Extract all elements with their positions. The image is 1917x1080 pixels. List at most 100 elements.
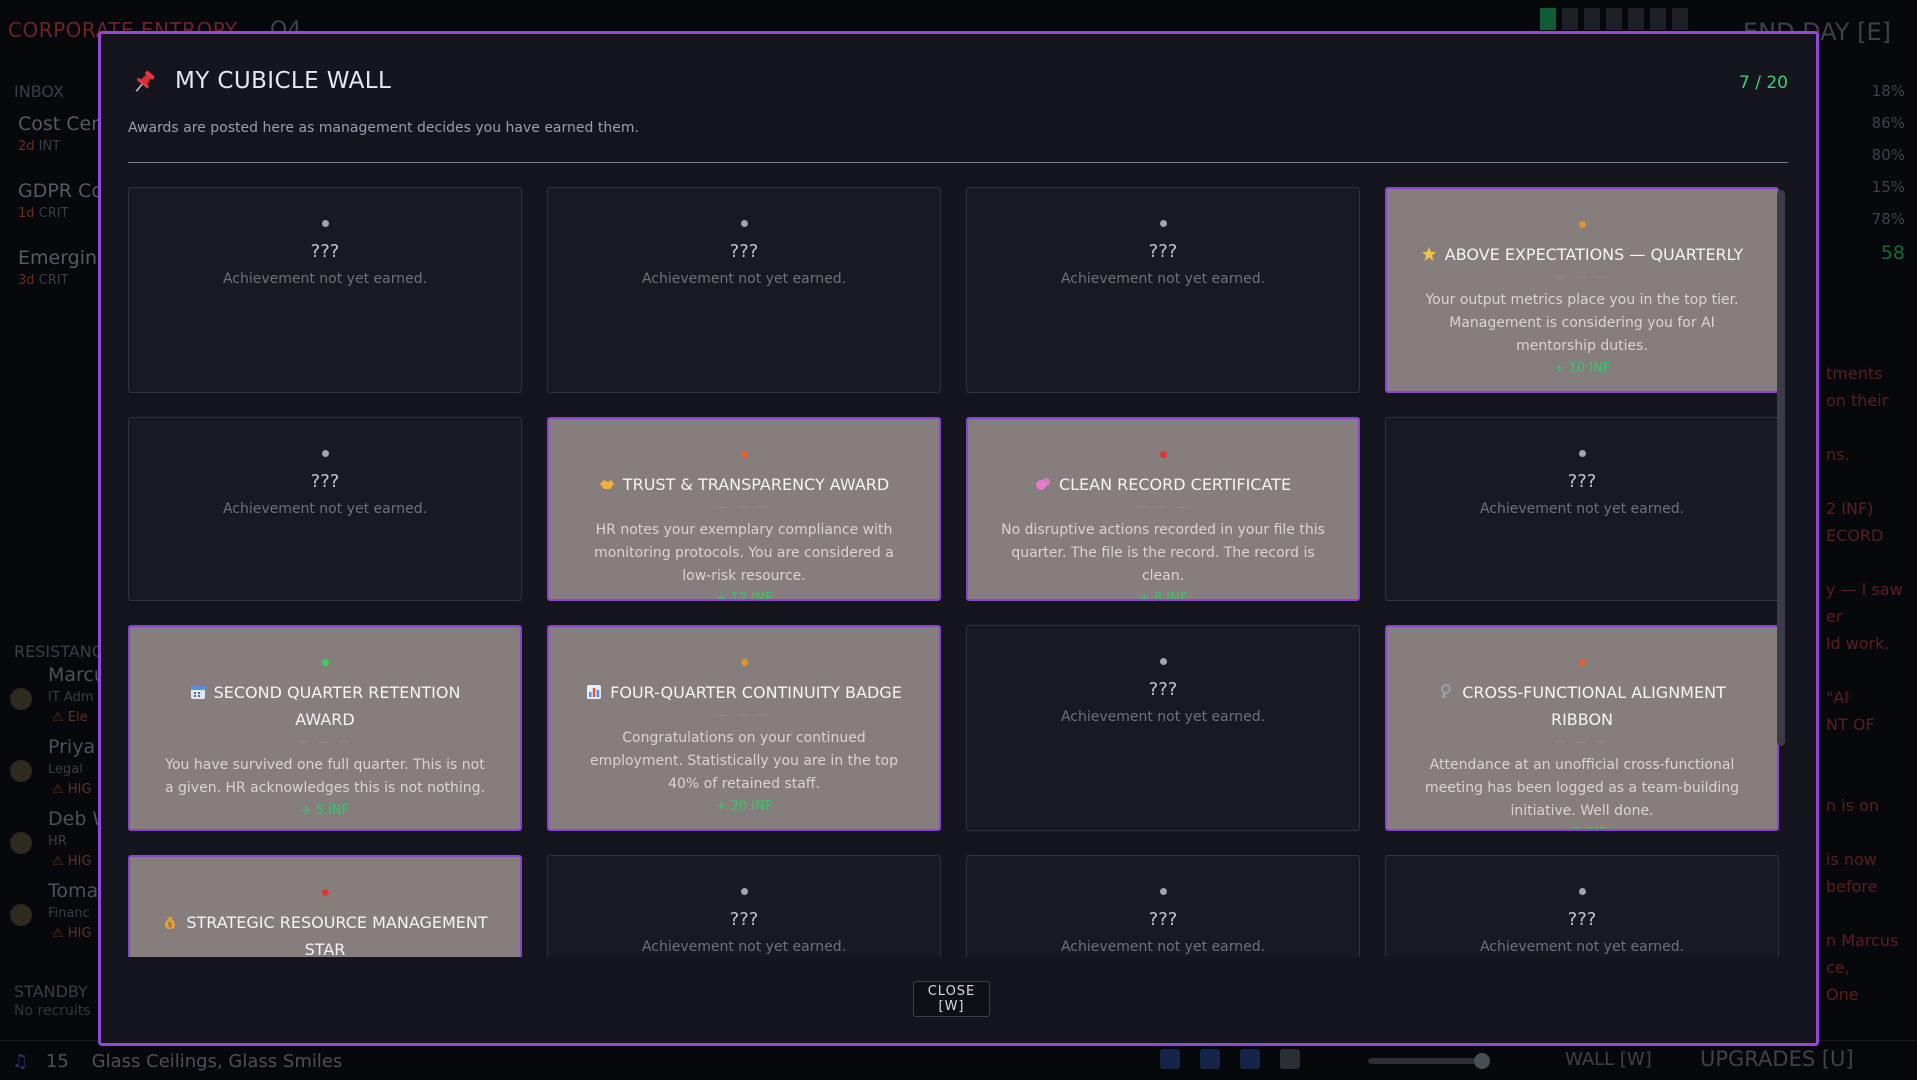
separator: — — — <box>1554 735 1610 748</box>
player-controls <box>1160 1049 1300 1069</box>
status-dot <box>740 220 748 227</box>
event-log: tments on their ns. 2 INF) ECORD y — I saw… <box>1826 360 1917 1008</box>
stat-value: 80% <box>1871 146 1905 164</box>
track-number: 15 <box>45 1051 69 1072</box>
money-bag-icon: $ <box>165 917 176 929</box>
inbox-item[interactable]: Cost Cen 2d INT <box>18 113 103 154</box>
achievement-name: CROSS-FUNCTIONAL ALIGNMENT RIBBON <box>1462 683 1726 729</box>
stat-value: 78% <box>1871 210 1905 228</box>
achievement-card-locked[interactable]: ??? Achievement not yet earned. <box>1385 417 1779 601</box>
log-line: on their <box>1826 391 1889 410</box>
achievement-card-earned[interactable]: ABOVE EXPECTATIONS — QUARTERLY — — — Your … <box>1385 187 1779 393</box>
wall-button[interactable]: WALL [W] <box>1565 1049 1652 1070</box>
separator: — — — <box>1554 270 1610 283</box>
achievement-description: HR notes your exemplary compliance with … <box>594 522 894 584</box>
calendar-icon <box>190 686 205 699</box>
locked-text: Achievement not yet earned. <box>641 271 847 287</box>
next-icon[interactable] <box>1240 1049 1260 1069</box>
achievement-card-earned[interactable]: TRUST & TRANSPARENCY AWARD — — — HR notes … <box>547 417 941 601</box>
locked-title: ??? <box>1567 471 1597 492</box>
status-dot <box>1159 451 1167 458</box>
achievement-card-locked[interactable]: ??? Achievement not yet earned. <box>547 855 941 957</box>
stats-panel: 18% 86% 80% 15% 78% 58 <box>1820 82 1917 264</box>
pushpin-icon <box>135 70 155 92</box>
achievement-card-earned[interactable]: FOUR-QUARTER CONTINUITY BADGE — — — Congra… <box>547 625 941 831</box>
achievement-name: SECOND QUARTER RETENTION AWARD <box>213 683 461 729</box>
log-line: ns. <box>1826 445 1850 464</box>
achievement-card-locked[interactable]: ??? Achievement not yet earned. <box>1385 855 1779 957</box>
star-icon <box>1421 247 1436 261</box>
volume-slider[interactable] <box>1368 1053 1490 1069</box>
achievement-card-locked[interactable]: ??? Achievement not yet earned. <box>966 855 1360 957</box>
influence-bonus: + 10 INF <box>1553 361 1611 376</box>
soap-icon <box>1035 478 1050 490</box>
status-dot <box>1578 659 1586 666</box>
stat-value: 15% <box>1871 178 1905 196</box>
achievement-card-earned[interactable]: CLEAN RECORD CERTIFICATE — — — No disrupti… <box>966 417 1360 601</box>
upgrades-button[interactable]: UPGRADES [U] <box>1700 1047 1854 1071</box>
log-line: ECORD <box>1826 526 1884 545</box>
resistance-list: Marcu IT Adm ⚠ Ele Priya Legal ⚠ HIG Deb… <box>0 660 111 948</box>
achievement-name: STRATEGIC RESOURCE MANAGEMENT STAR <box>186 913 488 957</box>
log-line: is now <box>1826 850 1877 869</box>
resistance-label: RESISTANC <box>14 642 103 661</box>
achievement-card-earned[interactable]: CROSS-FUNCTIONAL ALIGNMENT RIBBON — — — At… <box>1385 625 1779 831</box>
status-dot <box>1159 658 1167 665</box>
separator: — — — <box>1135 500 1191 513</box>
status-dot <box>321 450 329 457</box>
locked-title: ??? <box>1148 909 1178 930</box>
log-line: n Marcus <box>1826 931 1899 950</box>
avatar <box>10 904 32 926</box>
status-dot <box>321 889 329 896</box>
music-bar: ♫ 15 Glass Ceilings, Glass Smiles WALL [… <box>0 1040 1917 1080</box>
separator: — — — <box>716 708 772 721</box>
locked-text: Achievement not yet earned. <box>222 501 428 517</box>
standby-text: No recruits <box>14 1003 91 1019</box>
status-dot <box>1578 888 1586 895</box>
achievement-card-locked[interactable]: ??? Achievement not yet earned. <box>128 187 522 393</box>
locked-text: Achievement not yet earned. <box>1060 709 1266 725</box>
svg-text:$: $ <box>168 921 172 929</box>
influence-bonus: + 8 INF <box>1387 826 1777 829</box>
status-dot <box>740 888 748 895</box>
person-card[interactable]: Marcu IT Adm ⚠ Ele <box>0 660 106 732</box>
person-card[interactable]: Priya Legal ⚠ HIG <box>0 732 100 804</box>
person-card[interactable]: Deb W HR ⚠ HIG <box>0 804 111 876</box>
log-line: 2 INF) <box>1826 499 1874 518</box>
inbox-item[interactable]: Emerging 3d CRIT <box>18 247 109 288</box>
locked-title: ??? <box>1148 241 1178 262</box>
achievement-card-locked[interactable]: ??? Achievement not yet earned. <box>966 625 1360 831</box>
achievement-grid[interactable]: ??? Achievement not yet earned.??? Achieve… <box>128 187 1790 957</box>
achievement-description: Congratulations on your continued employ… <box>589 730 899 792</box>
achievement-card-locked[interactable]: ??? Achievement not yet earned. <box>547 187 941 393</box>
log-line: n is on <box>1826 796 1880 815</box>
close-button[interactable]: CLOSE [W] <box>913 981 990 1017</box>
achievement-name: FOUR-QUARTER CONTINUITY BADGE <box>610 683 902 702</box>
log-line: ld work. <box>1826 634 1890 653</box>
status-dot <box>740 451 748 458</box>
status-dot <box>1578 221 1586 228</box>
locked-title: ??? <box>1148 679 1178 700</box>
person-card[interactable]: Toma Financ ⚠ HIG <box>0 876 100 948</box>
achievement-card-locked[interactable]: ??? Achievement not yet earned. <box>966 187 1360 393</box>
achievement-card-locked[interactable]: ??? Achievement not yet earned. <box>128 417 522 601</box>
pause-icon[interactable] <box>1200 1049 1220 1069</box>
locked-title: ??? <box>310 471 340 492</box>
scrollbar[interactable] <box>1777 190 1785 746</box>
previous-icon[interactable] <box>1160 1049 1180 1069</box>
inbox-label: INBOX <box>14 82 64 101</box>
log-line: "AI <box>1826 688 1850 707</box>
influence-bonus: + 20 INF <box>715 799 773 814</box>
bar-chart-icon <box>587 685 602 699</box>
volume-icon[interactable] <box>1280 1049 1300 1069</box>
stability-meter <box>1540 8 1688 30</box>
achievement-card-earned[interactable]: $STRATEGIC RESOURCE MANAGEMENT STAR— — — <box>128 855 522 957</box>
achievement-description: No disruptive actions recorded in your f… <box>1001 522 1325 584</box>
inbox-item[interactable]: GDPR Co 1d CRIT <box>18 180 103 221</box>
locked-title: ??? <box>729 909 759 930</box>
achievement-card-earned[interactable]: SECOND QUARTER RETENTION AWARD — — — You h… <box>128 625 522 831</box>
